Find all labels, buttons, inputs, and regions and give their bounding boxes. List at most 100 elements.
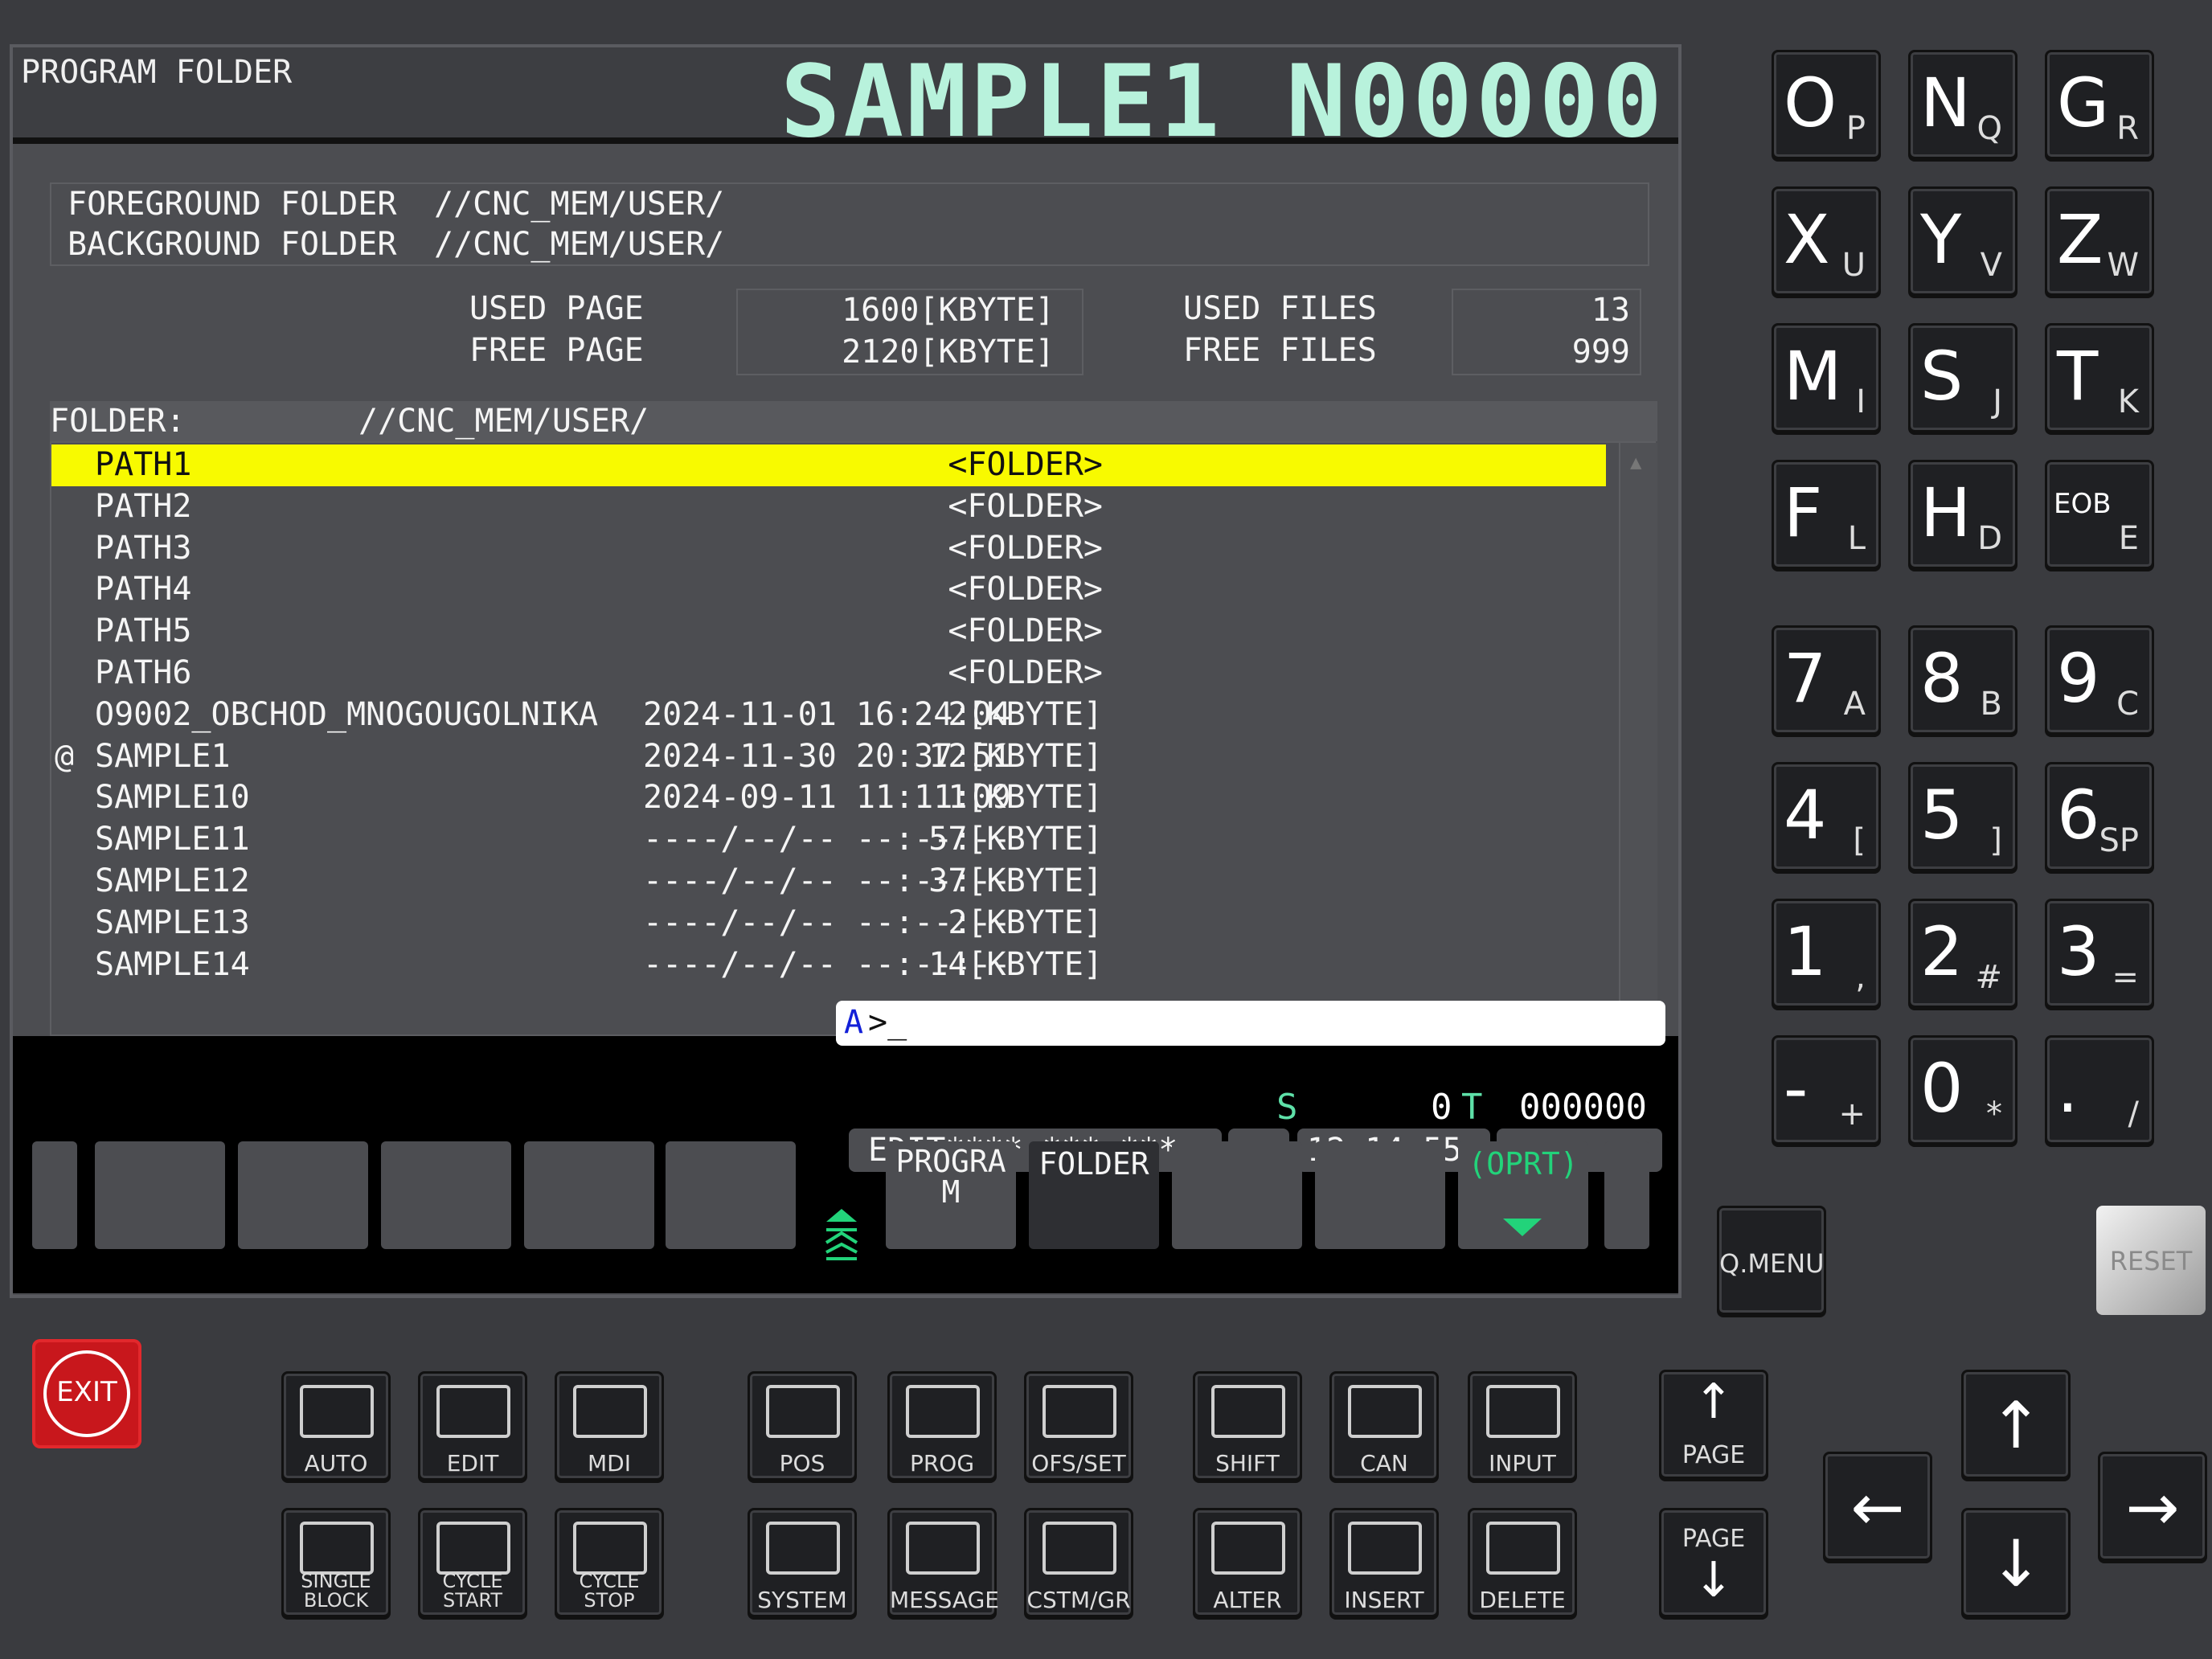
- cursor-down-button[interactable]: ↓: [1961, 1508, 2071, 1617]
- softkey-return[interactable]: [32, 1141, 77, 1249]
- list-row[interactable]: PATH4 <FOLDER>: [51, 569, 1606, 611]
- key-main-label: EOB: [2054, 488, 2112, 520]
- cycle-stop-label: CYCLE STOP: [579, 1570, 640, 1612]
- list-scrollbar[interactable]: ▲ ▼: [1619, 443, 1657, 1034]
- list-row[interactable]: SAMPLE13 2[KBYTE] ----/--/-- --:--:--: [51, 903, 1606, 944]
- delete-button[interactable]: DELETE: [1468, 1508, 1577, 1617]
- list-row[interactable]: PATH6 <FOLDER>: [51, 653, 1606, 694]
- list-row[interactable]: PATH3 <FOLDER>: [51, 528, 1606, 570]
- system-button[interactable]: SYSTEM: [748, 1508, 857, 1617]
- cursor-up-icon: ↑: [1989, 1388, 2043, 1463]
- input-button[interactable]: INPUT: [1468, 1371, 1577, 1481]
- key-main-label: 0: [1920, 1049, 1964, 1128]
- can-button[interactable]: CAN: [1329, 1371, 1439, 1481]
- softkey-next[interactable]: [1604, 1141, 1649, 1249]
- key-n[interactable]: NQ: [1908, 50, 2017, 159]
- key-minus[interactable]: - +: [1772, 1035, 1881, 1145]
- list-row[interactable]: SAMPLE10 1[KBYTE] 2024-09-11 11:11:09: [51, 777, 1606, 819]
- row-date: 2024-11-30 20:37:51: [643, 737, 1011, 775]
- softkey-5[interactable]: [666, 1141, 796, 1249]
- key-main-label: M: [1784, 337, 1842, 416]
- softkey-program[interactable]: PROGRA M: [886, 1141, 1016, 1249]
- edit-button[interactable]: EDIT: [418, 1371, 527, 1481]
- cstm-gr-button[interactable]: CSTM/GR: [1024, 1508, 1133, 1617]
- insert-button[interactable]: INSERT: [1329, 1508, 1439, 1617]
- key-dot[interactable]: . /: [2045, 1035, 2154, 1145]
- reset-button[interactable]: RESET: [2096, 1206, 2206, 1315]
- softkey-3[interactable]: [381, 1141, 511, 1249]
- message-button[interactable]: MESSAGE: [887, 1508, 999, 1617]
- key-o[interactable]: OP: [1772, 50, 1881, 159]
- key-input-buffer[interactable]: A >_: [836, 1001, 1665, 1046]
- qmenu-button[interactable]: Q.MENU: [1717, 1206, 1826, 1315]
- key-g[interactable]: GR: [2045, 50, 2154, 159]
- list-row[interactable]: SAMPLE14 14[KBYTE] ----/--/-- --:--:--: [51, 944, 1606, 986]
- page-down-button[interactable]: PAGE ↓: [1659, 1508, 1768, 1617]
- key-3[interactable]: 3 =: [2045, 899, 2154, 1008]
- softkey-oprt[interactable]: (OPRT): [1458, 1141, 1588, 1249]
- page-up-button[interactable]: ↑ PAGE: [1659, 1370, 1768, 1479]
- key-x[interactable]: XU: [1772, 186, 1881, 296]
- alter-button[interactable]: ALTER: [1193, 1508, 1302, 1617]
- key-t[interactable]: TK: [2045, 323, 2154, 432]
- softkey-2[interactable]: [238, 1141, 368, 1249]
- key-7[interactable]: 7A: [1772, 625, 1881, 735]
- title-bar: PROGRAM FOLDER SAMPLE1 N00000: [13, 44, 1678, 160]
- prog-button[interactable]: PROG: [887, 1371, 997, 1481]
- list-row[interactable]: PATH5 <FOLDER>: [51, 611, 1606, 653]
- list-row[interactable]: O9002_OBCHOD_MNOGOUGOLNIKA 2[KBYTE] 2024-1…: [51, 694, 1606, 736]
- key-f[interactable]: FL: [1772, 460, 1881, 569]
- list-row[interactable]: @ SAMPLE1 12[KBYTE] 2024-11-30 20:37:51: [51, 736, 1606, 778]
- softkey-1[interactable]: [95, 1141, 225, 1249]
- key-2[interactable]: 2 #: [1908, 899, 2017, 1008]
- foreground-folder-path: //CNC_MEM/USER/: [434, 186, 725, 223]
- used-page-value: 1600[KBYTE]: [842, 292, 1055, 329]
- program-list: PATH1 <FOLDER> PATH2 <FOLDER> PATH3 <FOLDER> P…: [50, 441, 1657, 1036]
- key-z[interactable]: ZW: [2045, 186, 2154, 296]
- key-4[interactable]: 4[: [1772, 762, 1881, 871]
- key-m[interactable]: MI: [1772, 323, 1881, 432]
- cursor-right-button[interactable]: →: [2098, 1452, 2207, 1561]
- key-9[interactable]: 9C: [2045, 625, 2154, 735]
- cursor-left-button[interactable]: ←: [1823, 1452, 1932, 1561]
- key-8[interactable]: 8B: [1908, 625, 2017, 735]
- mdi-button[interactable]: MDI: [555, 1371, 664, 1481]
- cursor-up-button[interactable]: ↑: [1961, 1370, 2071, 1479]
- ofs-set-button[interactable]: OFS/SET: [1024, 1371, 1133, 1481]
- row-name: SAMPLE12: [95, 862, 250, 899]
- row-date: 2024-11-01 16:24:04: [643, 695, 1011, 733]
- key-sub-label: A: [1843, 686, 1866, 723]
- single-block-button[interactable]: SINGLE BLOCK: [281, 1508, 391, 1617]
- key-main-label: N: [1920, 63, 1971, 142]
- key-h[interactable]: HD: [1908, 460, 2017, 569]
- t-label: T: [1461, 1087, 1483, 1128]
- key-main-label: G: [2057, 63, 2110, 142]
- list-row[interactable]: PATH1 <FOLDER>: [51, 444, 1606, 486]
- reset-label: RESET: [2109, 1246, 2193, 1276]
- list-row[interactable]: SAMPLE11 57[KBYTE] ----/--/-- --:--:--: [51, 819, 1606, 861]
- softkey-7[interactable]: [1315, 1141, 1445, 1249]
- cycle-start-label: CYCLE START: [442, 1570, 503, 1612]
- cycle-stop-button[interactable]: CYCLE STOP: [555, 1508, 664, 1617]
- softkey-4[interactable]: [524, 1141, 654, 1249]
- key-5[interactable]: 5]: [1908, 762, 2017, 871]
- key-1[interactable]: 1,: [1772, 899, 1881, 1008]
- softkey-folder[interactable]: FOLDER: [1029, 1141, 1159, 1249]
- folder-info-panel: FOREGROUND FOLDER //CNC_MEM/USER/ BACKGR…: [50, 182, 1649, 266]
- key-0[interactable]: 0 *: [1908, 1035, 2017, 1145]
- key-s[interactable]: SJ: [1908, 323, 2017, 432]
- pos-button[interactable]: POS: [748, 1371, 857, 1481]
- key-eob[interactable]: EOB E: [2045, 460, 2154, 569]
- page-values-box: 1600[KBYTE] 2120[KBYTE]: [736, 289, 1083, 375]
- softkey-6[interactable]: [1172, 1141, 1302, 1249]
- shift-button[interactable]: SHIFT: [1193, 1371, 1302, 1481]
- key-6[interactable]: 6 SP: [2045, 762, 2154, 871]
- list-row[interactable]: PATH2 <FOLDER>: [51, 486, 1606, 528]
- key-y[interactable]: YV: [1908, 186, 2017, 296]
- row-name: SAMPLE10: [95, 779, 250, 817]
- cycle-start-button[interactable]: CYCLE START: [418, 1508, 527, 1617]
- auto-button[interactable]: AUTO: [281, 1371, 391, 1481]
- scroll-up-icon[interactable]: ▲: [1630, 451, 1641, 473]
- list-row[interactable]: SAMPLE12 37[KBYTE] ----/--/-- --:--:--: [51, 861, 1606, 903]
- exit-button[interactable]: EXIT: [32, 1339, 141, 1448]
